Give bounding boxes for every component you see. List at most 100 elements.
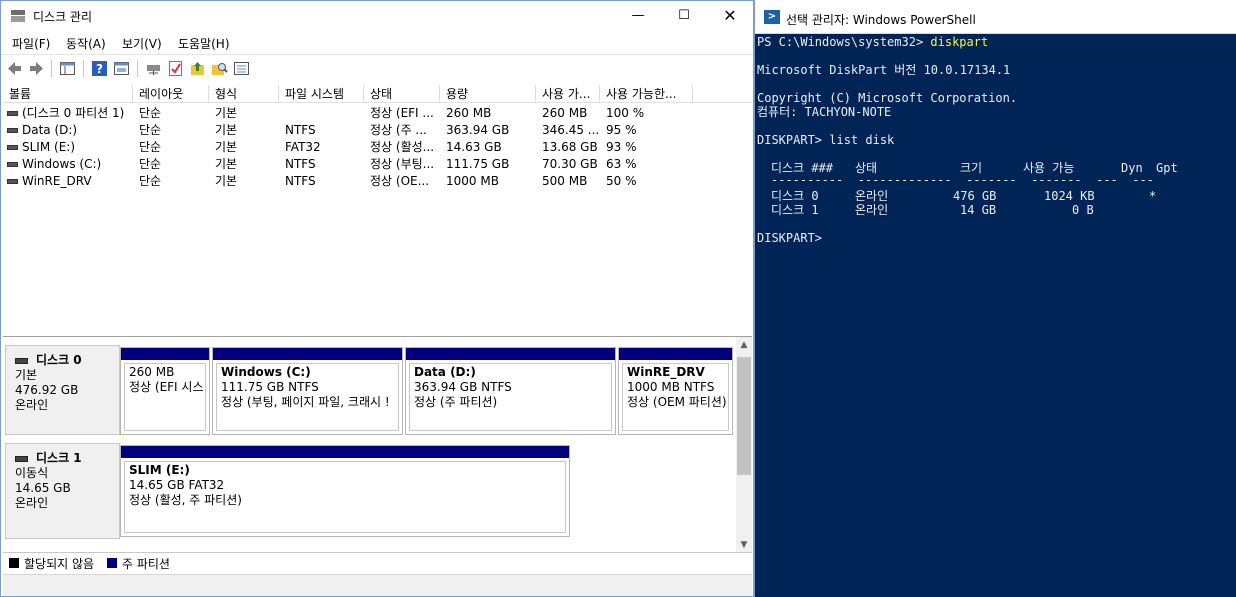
- properties-pane-icon[interactable]: [113, 60, 130, 77]
- disk-size: 476.92 GB: [15, 383, 79, 397]
- table-row[interactable]: (디스크 0 파티션 1) 단순 기본 정상 (EFI ... 260 MB 2…: [3, 105, 752, 122]
- menu-action[interactable]: 동작(A): [66, 35, 106, 52]
- row-size: 14 GB: [960, 203, 997, 217]
- menu-help[interactable]: 도움말(H): [178, 35, 230, 52]
- row-status: 온라인: [855, 189, 889, 203]
- filesystem-cell: [279, 105, 364, 122]
- legend-primary-partition: 주 파티션: [122, 557, 170, 571]
- drive-icon: [7, 111, 18, 116]
- partition-slim[interactable]: SLIM (E:) 14.65 GB FAT32 정상 (활성, 주 파티션): [120, 445, 570, 537]
- title-bar: 디스크 관리 — ☐ ✕: [1, 1, 753, 32]
- row-disk: 디스크 0: [771, 189, 819, 203]
- capacity-cell: 14.63 GB: [446, 140, 502, 154]
- capacity-cell: 260 MB: [446, 106, 492, 120]
- partition-name: Windows (C:): [221, 365, 311, 379]
- powershell-title-bar: > 선택 관리자: Windows PowerShell: [755, 0, 1236, 34]
- partition-name: SLIM (E:): [129, 463, 190, 477]
- scroll-thumb[interactable]: [737, 357, 751, 475]
- vertical-scrollbar[interactable]: ▲ ▼: [736, 337, 752, 553]
- diskpart-command: DISKPART> list disk: [757, 133, 895, 147]
- column-header-free-space[interactable]: 사용 가...: [536, 85, 600, 103]
- volume-name: (디스크 0 파티션 1): [22, 106, 125, 120]
- layout-cell: 단순: [139, 174, 162, 188]
- scroll-up-icon[interactable]: ▲: [736, 337, 752, 353]
- column-header-volume[interactable]: 볼륨: [3, 85, 133, 103]
- upload-folder-icon[interactable]: [189, 60, 206, 77]
- disk-icon: [15, 357, 28, 364]
- partition-size: 14.65 GB FAT32: [129, 478, 225, 492]
- partition-winre[interactable]: WinRE_DRV 1000 MB NTFS 정상 (OEM 파티션): [618, 347, 733, 435]
- status-cell: 정상 (OE...: [370, 174, 430, 188]
- type-cell: 기본: [215, 123, 238, 137]
- partition-data[interactable]: Data (D:) 363.94 GB NTFS 정상 (주 파티션): [405, 347, 616, 435]
- copyright-line: Copyright (C) Microsoft Corporation.: [757, 91, 1018, 105]
- drive-icon: [7, 145, 18, 150]
- unallocated-swatch: [9, 558, 19, 568]
- computer-line: 컴퓨터: TACHYON-NOTE: [757, 105, 892, 119]
- table-separator: ---------- ------------- ------- -------…: [771, 173, 1154, 187]
- forward-arrow-icon[interactable]: [28, 60, 45, 77]
- drive-icon: [7, 128, 18, 133]
- minimize-button[interactable]: —: [615, 1, 661, 32]
- help-icon[interactable]: ?: [91, 60, 108, 77]
- search-folder-icon[interactable]: [211, 60, 228, 77]
- partition-name: Data (D:): [414, 365, 476, 379]
- disk-0-label[interactable]: 디스크 0 기본 476.92 GB 온라인: [5, 345, 120, 435]
- check-icon[interactable]: [167, 60, 184, 77]
- type-cell: 기본: [215, 174, 238, 188]
- partition-status: 정상 (부팅, 페이지 파일, 크래시 !: [221, 395, 390, 409]
- powershell-window-title: 선택 관리자: Windows PowerShell: [786, 13, 976, 27]
- partition-windows[interactable]: Windows (C:) 111.75 GB NTFS 정상 (부팅, 페이지 …: [212, 347, 403, 435]
- scroll-down-icon[interactable]: ▼: [736, 537, 752, 553]
- disk-1-label[interactable]: 디스크 1 이동식 14.65 GB 온라인: [5, 443, 120, 539]
- column-header-layout[interactable]: 레이아웃: [133, 85, 209, 103]
- free-space-cell: 260 MB: [542, 106, 588, 120]
- connect-drive-icon[interactable]: [145, 60, 162, 77]
- svg-text:?: ?: [96, 62, 103, 76]
- row-free: 0 B: [1072, 203, 1094, 217]
- column-header-status[interactable]: 상태: [364, 85, 440, 103]
- table-row[interactable]: Windows (C:) 단순 기본 NTFS 정상 (부팅... 111.75…: [3, 156, 752, 173]
- percent-free-cell: 50 %: [606, 174, 637, 188]
- toolbar: ?: [1, 54, 753, 81]
- disk-management-icon: [11, 10, 25, 22]
- partition-efi[interactable]: 260 MB 정상 (EFI 시스: [120, 347, 210, 435]
- disk-icon: [15, 455, 28, 462]
- type-cell: 기본: [215, 140, 238, 154]
- table-row[interactable]: Data (D:) 단순 기본 NTFS 정상 (주 ... 363.94 GB…: [3, 122, 752, 139]
- table-row[interactable]: SLIM (E:) 단순 기본 FAT32 정상 (활성... 14.63 GB…: [3, 139, 752, 156]
- volume-name: SLIM (E:): [22, 140, 75, 154]
- console-tree-icon[interactable]: [59, 60, 76, 77]
- free-space-cell: 346.45 ...: [542, 123, 600, 137]
- column-header-capacity[interactable]: 용량: [440, 85, 536, 103]
- menu-file[interactable]: 파일(F): [12, 35, 50, 52]
- status-bar: [3, 574, 752, 596]
- volume-name: Data (D:): [22, 123, 78, 137]
- ps-command: diskpart: [930, 35, 989, 49]
- partition-status: 정상 (OEM 파티션): [627, 395, 727, 409]
- column-header-type[interactable]: 형식: [209, 85, 279, 103]
- table-row[interactable]: WinRE_DRV 단순 기본 NTFS 정상 (OE... 1000 MB 5…: [3, 173, 752, 190]
- window-title: 디스크 관리: [33, 10, 93, 24]
- close-button[interactable]: ✕: [707, 1, 753, 32]
- partition-size: 1000 MB NTFS: [627, 380, 715, 394]
- back-arrow-icon[interactable]: [6, 60, 23, 77]
- row-gpt: *: [1149, 189, 1157, 203]
- capacity-cell: 363.94 GB: [446, 123, 510, 137]
- column-header-percent-free[interactable]: 사용 가능한...: [600, 85, 693, 103]
- filesystem-cell: NTFS: [285, 123, 316, 137]
- menu-view[interactable]: 보기(V): [122, 35, 162, 52]
- list-view-icon[interactable]: [233, 60, 250, 77]
- volume-name: WinRE_DRV: [22, 174, 92, 188]
- maximize-button[interactable]: ☐: [661, 1, 707, 32]
- disk-graphical-view: 디스크 0 기본 476.92 GB 온라인 260 MB 정상 (EFI 시스…: [3, 336, 752, 553]
- disk-kind: 기본: [15, 368, 38, 382]
- column-header-filesystem[interactable]: 파일 시스템: [279, 85, 364, 103]
- legend: 할당되지 않음 주 파티션: [3, 552, 752, 572]
- drive-icon: [7, 162, 18, 167]
- console-output[interactable]: PS C:\Windows\system32> diskpart Microso…: [757, 35, 1235, 595]
- filesystem-cell: FAT32: [285, 140, 321, 154]
- layout-cell: 단순: [139, 157, 162, 171]
- menu-bar: 파일(F) 동작(A) 보기(V) 도움말(H): [1, 32, 753, 53]
- filesystem-cell: NTFS: [285, 174, 316, 188]
